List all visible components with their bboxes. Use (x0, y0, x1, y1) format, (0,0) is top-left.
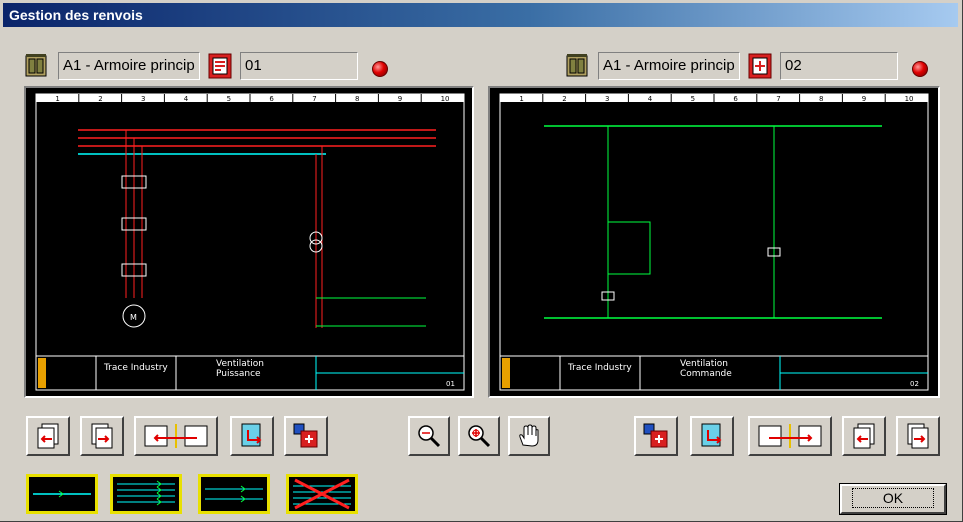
multi-wire-icon (117, 480, 175, 506)
frame-column-number: 1 (519, 95, 523, 103)
left-next-sheet-button[interactable] (80, 416, 124, 456)
left-go-to-reference-button[interactable] (230, 416, 274, 456)
go-to-reference-icon (701, 423, 722, 447)
right-sheet-icon (748, 53, 772, 79)
frame-column-number: 5 (691, 95, 695, 103)
left-cabinet-field[interactable]: A1 - Armoire princip (58, 52, 200, 80)
zoom-out-button[interactable] (408, 416, 450, 456)
zoom-target-icon (468, 425, 491, 448)
zoom-in-button[interactable] (458, 416, 500, 456)
cabinet-icon (566, 54, 588, 78)
frame-column-number: 2 (98, 95, 102, 103)
right-previous-sheet-button[interactable] (842, 416, 886, 456)
frame-column-number: 8 (355, 95, 359, 103)
right-title-company: Trace Industry (567, 363, 632, 373)
right-go-to-reference-button[interactable] (690, 416, 734, 456)
frame-column-number: 3 (141, 95, 145, 103)
left-sheet-icon (208, 53, 232, 79)
single-wire-icon (33, 490, 91, 498)
ok-button-label: OK (851, 488, 935, 508)
right-sheet-range-button[interactable] (748, 416, 832, 456)
go-to-reference-icon (241, 423, 262, 447)
gestion-des-renvois-window: Gestion des renvois A1 - Armoire princip… (0, 0, 963, 522)
frame-column-number: 5 (227, 95, 231, 103)
right-title-description: Commande (680, 369, 732, 379)
left-previous-sheet-button[interactable] (26, 416, 70, 456)
frame-column-number: 1 (55, 95, 59, 103)
frame-column-number: 7 (312, 95, 316, 103)
frame-column-number: 3 (605, 95, 609, 103)
sheet-properties-icon (293, 423, 318, 448)
frame-column-number: 6 (733, 95, 738, 103)
double-wire-icon (205, 485, 263, 503)
window-title: Gestion des renvois (3, 3, 958, 27)
right-sheet-properties-button[interactable] (634, 416, 678, 456)
left-sheet-range-button[interactable] (134, 416, 218, 456)
line-style-delete-button[interactable] (286, 474, 358, 514)
pan-button[interactable] (508, 416, 550, 456)
previous-page-icon (853, 423, 875, 449)
frame-column-number: 9 (398, 95, 402, 103)
next-page-icon (91, 423, 113, 449)
left-title-company: Trace Industry (103, 363, 168, 373)
left-sheet-field[interactable]: 01 (240, 52, 358, 80)
left-title-description: Puissance (216, 369, 261, 379)
line-style-single-button[interactable] (26, 474, 98, 514)
left-title-sheet-no: 01 (446, 380, 455, 388)
frame-column-number: 10 (441, 95, 450, 103)
ok-button[interactable]: OK (839, 483, 947, 515)
frame-column-number: 10 (905, 95, 914, 103)
right-schematic-preview[interactable]: 1 2 3 4 5 6 7 8 9 10 Trace Industry Ventilation C… (488, 86, 940, 398)
frame-column-number: 4 (184, 95, 189, 103)
line-style-double-button[interactable] (198, 474, 270, 514)
delete-wire-icon (293, 478, 351, 510)
line-style-multi-button[interactable] (110, 474, 182, 514)
left-sheet-properties-button[interactable] (284, 416, 328, 456)
right-title-sheet-no: 02 (910, 380, 919, 388)
right-sheet-field[interactable]: 02 (780, 52, 898, 80)
left-schematic-preview[interactable]: 1 2 3 4 5 6 7 8 9 10 M Trace Industry Ve… (24, 86, 474, 398)
left-status-led (372, 61, 388, 77)
next-page-icon (907, 423, 929, 449)
right-title-subtitle: Ventilation (680, 359, 728, 369)
previous-page-icon (37, 423, 59, 449)
frame-column-number: 4 (648, 95, 653, 103)
frame-column-number: 8 (819, 95, 823, 103)
page-range-icon (758, 424, 822, 448)
zoom-icon (418, 425, 441, 448)
hand-icon (519, 424, 539, 447)
cabinet-icon (25, 54, 47, 78)
right-cabinet-field[interactable]: A1 - Armoire princip (598, 52, 740, 80)
right-next-sheet-button[interactable] (896, 416, 940, 456)
right-status-led (912, 61, 928, 77)
frame-column-number: 2 (562, 95, 566, 103)
page-range-icon (144, 424, 208, 448)
left-title-subtitle: Ventilation (216, 359, 264, 369)
svg-text:M: M (130, 313, 137, 322)
frame-column-number: 6 (269, 95, 274, 103)
frame-column-number: 7 (776, 95, 780, 103)
sheet-properties-icon (643, 423, 668, 448)
frame-column-number: 9 (862, 95, 866, 103)
